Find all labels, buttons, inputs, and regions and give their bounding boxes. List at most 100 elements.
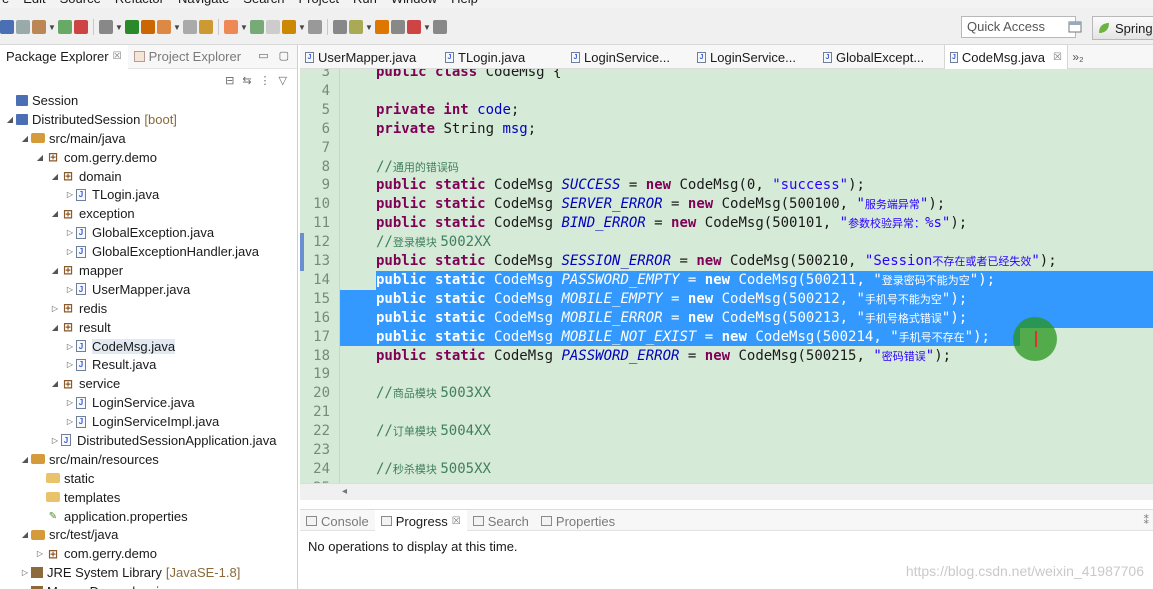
code-line[interactable]: 7 — [300, 139, 1153, 158]
toolbar-button-icon[interactable] — [141, 20, 155, 34]
collapsed-arrow-icon[interactable]: ▷ — [64, 285, 76, 294]
collapsed-arrow-icon[interactable]: ▷ — [34, 549, 46, 558]
view-menu-icon[interactable]: ⋮ — [260, 74, 271, 87]
quick-access-input[interactable]: Quick Access — [961, 16, 1076, 38]
tree-item[interactable]: ▷ J CodeMsg.java — [0, 337, 297, 356]
toolbar-button-icon[interactable] — [375, 20, 389, 34]
code-line[interactable]: 22 //订单模块 5004XX — [300, 422, 1153, 441]
bottom-tab[interactable]: Console — [300, 510, 375, 532]
menu-item[interactable]: Project — [299, 0, 339, 6]
dropdown-arrow-icon[interactable]: ▼ — [48, 23, 56, 32]
expanded-arrow-icon[interactable]: ◢ — [19, 134, 31, 143]
tree-item[interactable]: ◢ ⊞ com.gerry.demo — [0, 148, 297, 167]
toolbar-button-icon[interactable] — [349, 20, 363, 34]
toolbar-button-icon[interactable] — [224, 20, 238, 34]
code-line[interactable]: 15 public static CodeMsg MOBILE_EMPTY = n… — [300, 290, 1153, 309]
tree-item[interactable]: ▷Maven Dependencies — [0, 582, 297, 589]
collapse-all-icon[interactable]: ⊟ — [225, 74, 234, 87]
collapsed-arrow-icon[interactable]: ▷ — [19, 568, 31, 577]
link-with-editor-icon[interactable]: ⇆ — [242, 74, 251, 87]
toolbar-button-icon[interactable] — [58, 20, 72, 34]
editor-tab[interactable]: J UserMapper.java — [300, 45, 440, 69]
collapsed-arrow-icon[interactable]: ▷ — [49, 436, 61, 445]
tree-item[interactable]: ◢ ⊞ domain — [0, 167, 297, 186]
expanded-arrow-icon[interactable]: ◢ — [49, 209, 61, 218]
bottom-tab[interactable]: Properties — [535, 510, 621, 532]
tab-package-explorer[interactable]: Package Explorer ☒ — [0, 45, 128, 69]
collapsed-arrow-icon[interactable]: ▷ — [64, 228, 76, 237]
code-line[interactable]: 24 //秒杀模块 5005XX — [300, 460, 1153, 479]
collapsed-arrow-icon[interactable]: ▷ — [64, 247, 76, 256]
toolbar-button-icon[interactable] — [0, 20, 14, 34]
toolbar-button-icon[interactable] — [157, 20, 171, 34]
tree-item[interactable]: ◢ ⊞ exception — [0, 204, 297, 223]
tree-item[interactable]: ◢ src/main/resources — [0, 450, 297, 469]
toolbar-button-icon[interactable] — [16, 20, 30, 34]
spring-perspective-button[interactable]: Spring — [1092, 16, 1153, 40]
menu-item[interactable]: Run — [353, 0, 377, 6]
collapsed-arrow-icon[interactable]: ▷ — [64, 417, 76, 426]
toolbar-button-icon[interactable] — [99, 20, 113, 34]
code-line[interactable]: 13 public static CodeMsg SESSION_ERROR = … — [300, 252, 1153, 271]
tree-item[interactable]: static — [0, 469, 297, 488]
close-icon[interactable]: ☒ — [1053, 52, 1062, 63]
chevron-down-icon[interactable]: ▽ — [279, 74, 287, 87]
editor-tab[interactable]: J LoginService... — [692, 45, 818, 69]
code-line[interactable]: 12 //登录模块 5002XX — [300, 233, 1153, 252]
bottom-tab[interactable]: Progress ☒ — [374, 510, 467, 532]
tree-item[interactable]: templates — [0, 488, 297, 507]
tree-item[interactable]: ▷ ⊞ redis — [0, 299, 297, 318]
toolbar-button-icon[interactable] — [183, 20, 197, 34]
dropdown-arrow-icon[interactable]: ▼ — [240, 23, 248, 32]
code-line[interactable]: 5 private int code; — [300, 101, 1153, 120]
close-icon[interactable]: ☒ — [452, 516, 461, 527]
tree-item[interactable]: ▷ JRE System Library [JavaSE-1.8] — [0, 563, 297, 582]
tree-item[interactable]: ✎ application.properties — [0, 507, 297, 526]
pin-icon[interactable]: ⁑ — [1144, 514, 1150, 527]
tree-item[interactable]: ▷ J LoginService.java — [0, 393, 297, 412]
collapsed-arrow-icon[interactable]: ▷ — [49, 304, 61, 313]
tree-item[interactable]: ◢ ⊞ mapper — [0, 261, 297, 280]
code-line[interactable]: 3 public class CodeMsg { — [300, 69, 1153, 82]
editor-tab[interactable]: J LoginService... — [566, 45, 692, 69]
code-line[interactable]: 11 public static CodeMsg BIND_ERROR = new… — [300, 214, 1153, 233]
code-line[interactable]: 4 — [300, 82, 1153, 101]
bottom-tab[interactable]: Search — [467, 510, 535, 532]
toolbar-button-icon[interactable] — [308, 20, 322, 34]
menu-item[interactable]: Edit — [23, 0, 45, 6]
collapsed-arrow-icon[interactable]: ▷ — [64, 190, 76, 199]
menu-item[interactable]: Search — [243, 0, 284, 6]
expanded-arrow-icon[interactable]: ◢ — [19, 530, 31, 539]
code-line[interactable]: 9 public static CodeMsg SUCCESS = new Cod… — [300, 176, 1153, 195]
toolbar-button-icon[interactable] — [266, 20, 280, 34]
tree-item[interactable]: ▷ J GlobalException.java — [0, 223, 297, 242]
collapsed-arrow-icon[interactable]: ▷ — [64, 342, 76, 351]
toolbar-button-icon[interactable] — [391, 20, 405, 34]
dropdown-arrow-icon[interactable]: ▼ — [173, 23, 181, 32]
menu-item[interactable]: Navigate — [178, 0, 229, 6]
editor-tab[interactable]: J GlobalExcept... — [818, 45, 944, 69]
menu-item[interactable]: Refactor — [115, 0, 164, 6]
menu-item[interactable]: Help — [451, 0, 478, 6]
code-line[interactable]: 8 //通用的错误码 — [300, 158, 1153, 177]
code-line[interactable]: 14 public static CodeMsg PASSWORD_EMPTY =… — [300, 271, 1153, 290]
collapsed-arrow-icon[interactable]: ▷ — [64, 398, 76, 407]
dropdown-arrow-icon[interactable]: ▼ — [365, 23, 373, 32]
code-line[interactable]: 10 public static CodeMsg SERVER_ERROR = n… — [300, 195, 1153, 214]
tab-project-explorer[interactable]: Project Explorer — [128, 45, 247, 69]
toolbar-button-icon[interactable] — [125, 20, 139, 34]
tree-item[interactable]: ◢ src/main/java — [0, 129, 297, 148]
toolbar-button-icon[interactable] — [333, 20, 347, 34]
dropdown-arrow-icon[interactable]: ▼ — [423, 23, 431, 32]
menu-item[interactable]: Window — [391, 0, 437, 6]
expanded-arrow-icon[interactable]: ◢ — [4, 115, 16, 124]
tree-item[interactable]: ▷ J TLogin.java — [0, 185, 297, 204]
open-perspective-icon[interactable] — [1068, 19, 1084, 35]
tree-item[interactable]: ◢ ⊞ service — [0, 374, 297, 393]
code-line[interactable]: 20 //商品模块 5003XX — [300, 384, 1153, 403]
expanded-arrow-icon[interactable]: ◢ — [19, 455, 31, 464]
code-line[interactable]: 19 — [300, 365, 1153, 384]
tree-item[interactable]: ◢ ⊞ result — [0, 318, 297, 337]
code-line[interactable]: 23 — [300, 441, 1153, 460]
tree-item[interactable]: ▷ J UserMapper.java — [0, 280, 297, 299]
